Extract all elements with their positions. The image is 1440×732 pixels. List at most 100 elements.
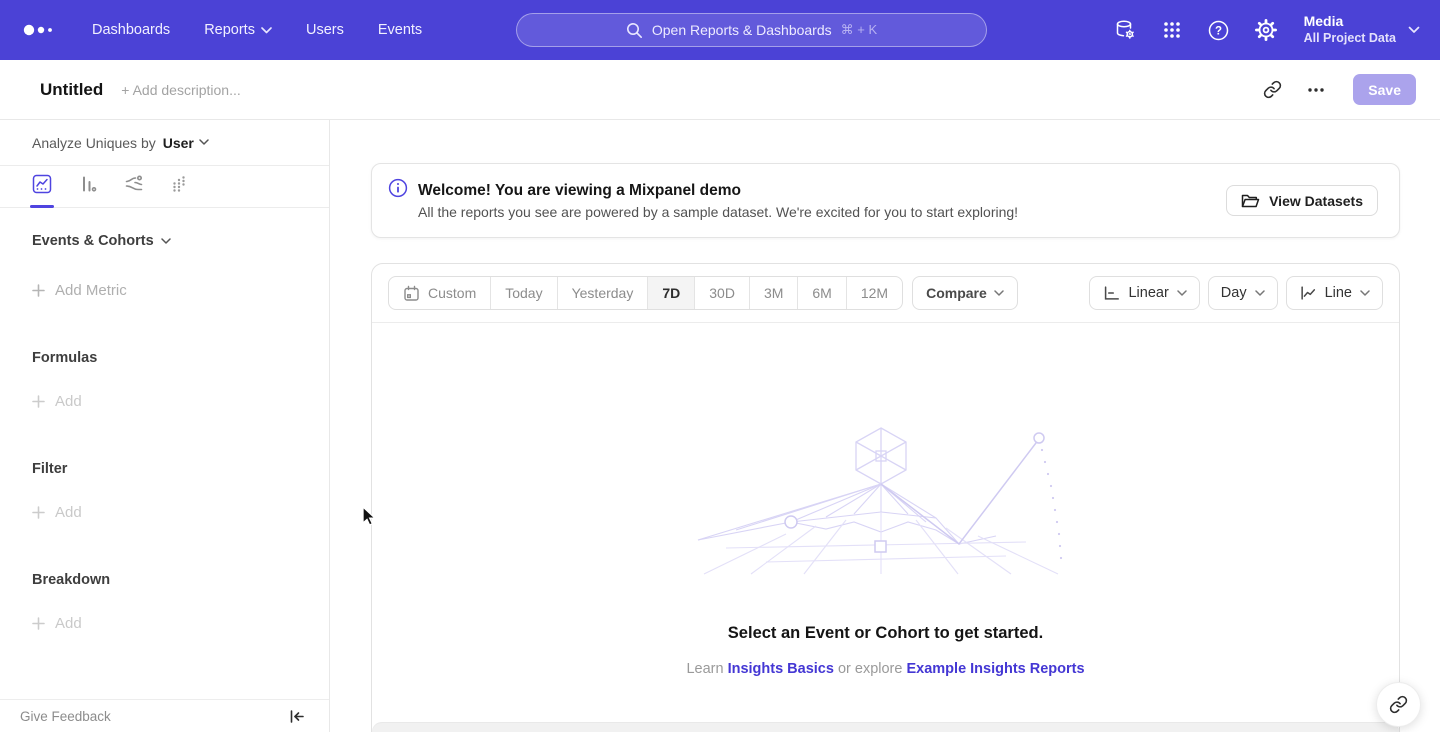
range-today-label: Today [505,285,542,301]
banner-body: All the reports you see are powered by a… [418,204,1018,220]
chevron-down-icon [161,238,171,245]
analyze-uniques-row: Analyze Uniques by User [0,120,329,166]
save-button[interactable]: Save [1353,74,1416,105]
chevron-down-icon [1255,290,1265,297]
compare-dropdown[interactable]: Compare [912,276,1018,310]
folder-icon [1241,193,1260,209]
range-yesterday[interactable]: Yesterday [557,277,648,309]
mixpanel-logo[interactable] [22,23,56,37]
search-icon [626,22,643,39]
range-30d[interactable]: 30D [694,277,749,309]
range-7d-label: 7D [662,285,680,301]
middle-text: or explore [838,661,902,677]
insights-basics-link[interactable]: Insights Basics [728,661,834,677]
bar-chart-tab-icon[interactable] [76,172,100,196]
empty-state-subtext: Learn Insights Basics or explore Example… [686,661,1084,677]
chevron-down-icon [1177,290,1187,297]
add-filter-button[interactable]: Add [0,504,329,521]
plus-icon [32,284,45,297]
nav-users[interactable]: Users [306,22,344,38]
linear-axis-icon [1102,284,1120,302]
report-header: Untitled + Add description... Save [0,60,1440,120]
chevron-down-icon [261,27,272,34]
nav-dashboards[interactable]: Dashboards [92,22,170,38]
project-switcher[interactable]: Media All Project Data [1304,13,1420,46]
svg-text:?: ? [1215,25,1222,37]
chart-type-label: Line [1325,285,1352,301]
chart-type-dropdown[interactable]: Line [1286,276,1383,310]
add-formula-button[interactable]: Add [0,393,329,410]
more-options-icon[interactable] [1299,73,1333,107]
metrics-dots-tab-icon[interactable] [168,172,192,196]
project-name: Media [1304,13,1396,31]
analyze-prefix-label: Analyze Uniques by [32,135,156,151]
results-panel-edge[interactable] [372,722,1399,732]
help-icon[interactable]: ? [1200,11,1238,49]
view-datasets-button[interactable]: View Datasets [1226,185,1378,216]
learn-prefix: Learn [686,661,723,677]
project-scope: All Project Data [1304,31,1396,47]
primary-nav: Dashboards Reports Users Events [92,22,422,38]
range-12m[interactable]: 12M [846,277,902,309]
nav-reports[interactable]: Reports [204,22,272,38]
copy-link-icon[interactable] [1255,73,1289,107]
nav-dashboards-label: Dashboards [92,22,170,38]
scale-dropdown[interactable]: Linear [1089,276,1199,310]
nav-events[interactable]: Events [378,22,422,38]
plus-icon [32,395,45,408]
range-7d[interactable]: 7D [647,277,694,309]
filter-section-header: Filter [0,461,329,477]
top-navigation: Dashboards Reports Users Events Open Rep… [0,0,1440,60]
add-description-field[interactable]: + Add description... [121,82,240,98]
plus-icon [32,506,45,519]
give-feedback-link[interactable]: Give Feedback [20,709,111,724]
range-today[interactable]: Today [490,277,556,309]
chevron-down-icon [994,290,1004,297]
share-link-fab[interactable] [1376,682,1421,727]
events-cohorts-section-header[interactable]: Events & Cohorts [0,233,329,249]
settings-gear-icon[interactable] [1247,11,1285,49]
insights-line-tab-icon[interactable] [30,172,54,196]
example-insights-reports-link[interactable]: Example Insights Reports [906,661,1084,677]
range-3m-label: 3M [764,285,783,301]
query-builder-sidebar: Analyze Uniques by User [0,120,330,732]
interval-dropdown[interactable]: Day [1208,276,1278,310]
add-formula-label: Add [55,393,82,410]
view-datasets-label: View Datasets [1269,193,1363,209]
topnav-right: ? Media All Project [1106,11,1420,49]
apps-grid-icon[interactable] [1153,11,1191,49]
nav-events-label: Events [378,22,422,38]
insights-report-card: Custom Today Yesterday 7D 30D 3M 6M 12M … [371,263,1400,732]
flow-tab-icon[interactable] [122,172,146,196]
formulas-section-header: Formulas [0,350,329,366]
search-shortcut: ⌘ + K [841,22,878,38]
range-30d-label: 30D [709,285,735,301]
report-title[interactable]: Untitled [40,80,103,100]
range-6m[interactable]: 6M [797,277,845,309]
range-custom-label: Custom [428,285,476,301]
add-metric-button[interactable]: Add Metric [0,282,329,299]
collapse-sidebar-icon[interactable] [289,709,305,724]
project-info: Media All Project Data [1304,13,1396,46]
report-header-actions: Save [1255,73,1416,107]
link-icon [1389,695,1408,714]
data-management-icon[interactable] [1106,11,1144,49]
banner-title: Welcome! You are viewing a Mixpanel demo [418,182,1018,200]
sidebar-footer: Give Feedback [0,699,329,732]
global-search-input[interactable]: Open Reports & Dashboards ⌘ + K [516,13,987,47]
breakdown-section-header: Breakdown [0,572,329,588]
range-custom[interactable]: Custom [389,277,490,309]
search-placeholder: Open Reports & Dashboards [652,22,832,38]
range-3m[interactable]: 3M [749,277,797,309]
filter-label: Filter [32,461,67,477]
interval-label: Day [1221,285,1247,301]
analyze-by-value: User [163,135,194,151]
add-filter-label: Add [55,504,82,521]
range-6m-label: 6M [812,285,831,301]
scale-label: Linear [1128,285,1168,301]
add-breakdown-button[interactable]: Add [0,615,329,632]
plus-icon [32,617,45,630]
demo-welcome-banner: Welcome! You are viewing a Mixpanel demo… [371,163,1400,238]
analyze-by-dropdown[interactable]: User [163,135,209,151]
visualization-tabs [0,166,329,208]
